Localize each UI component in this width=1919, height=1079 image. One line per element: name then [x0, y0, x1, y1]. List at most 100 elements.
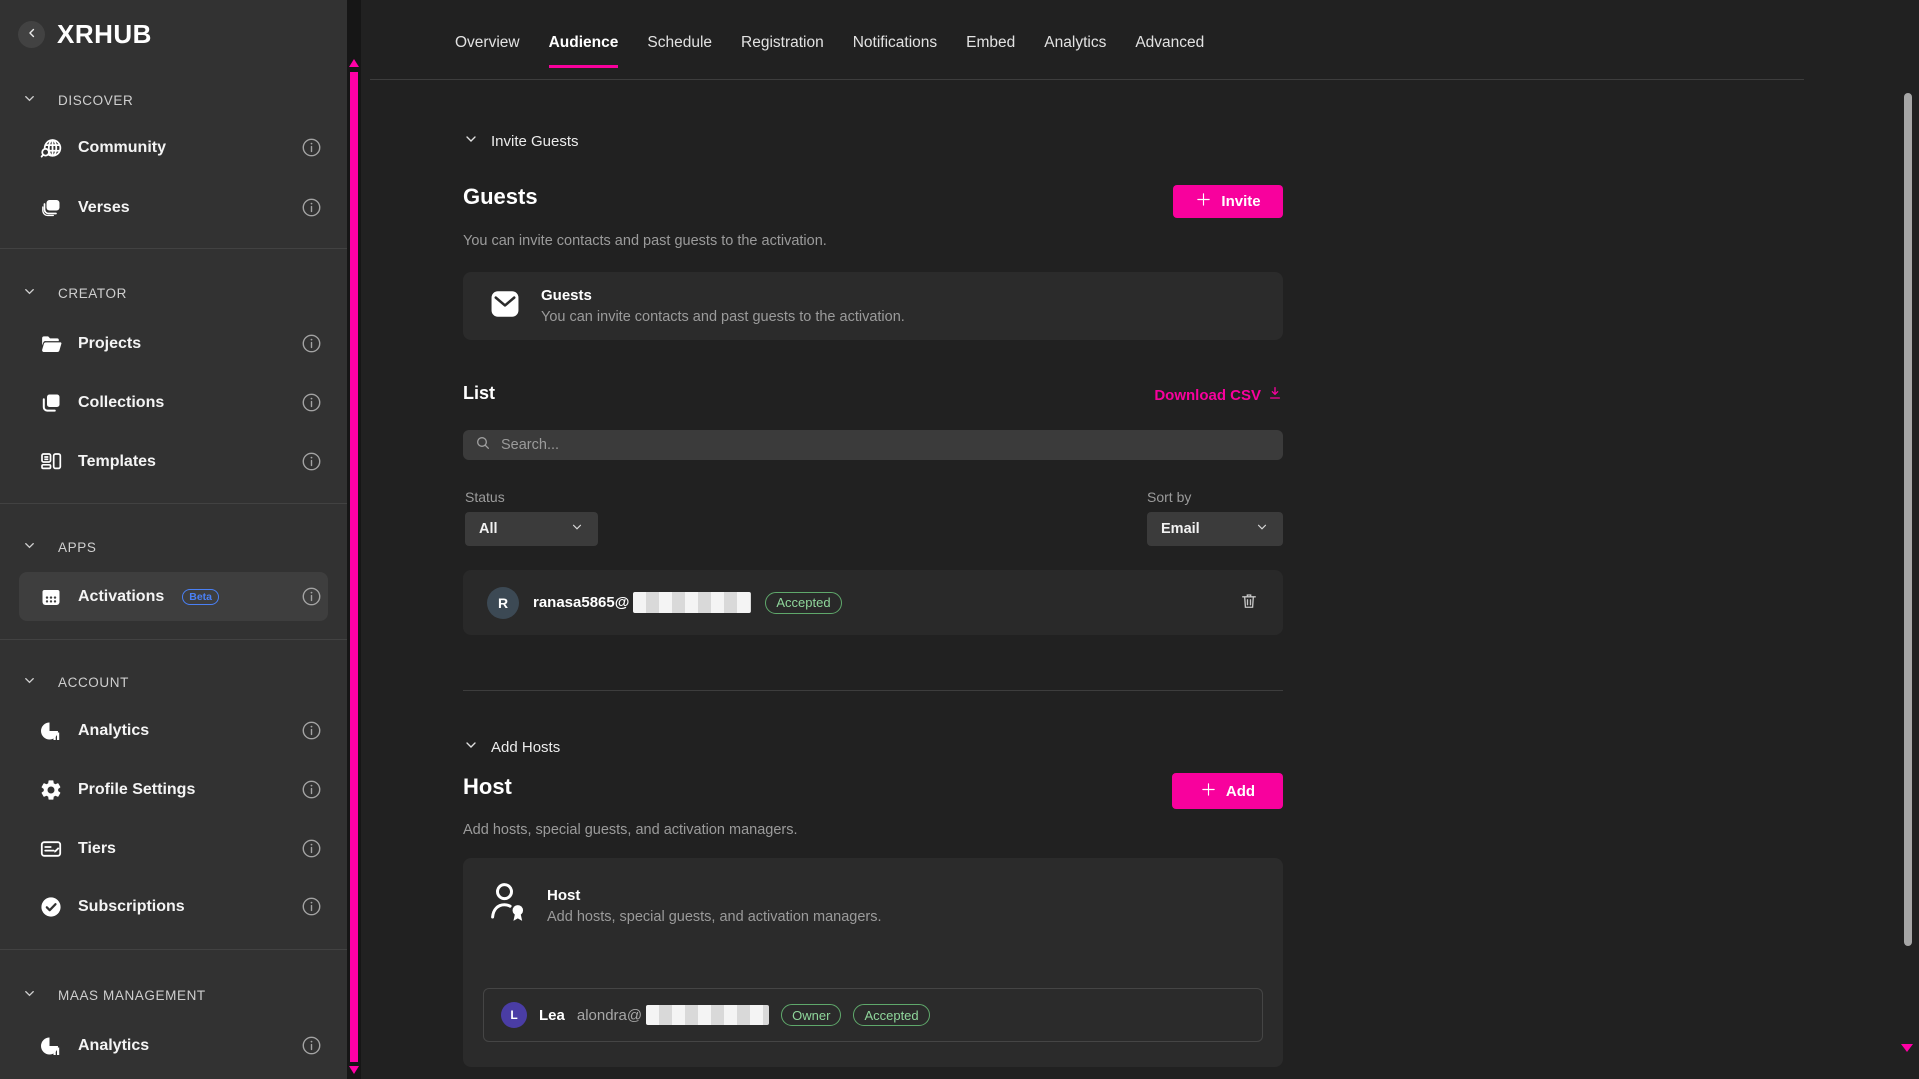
chevron-down-icon	[22, 284, 37, 302]
check-circle-icon	[38, 894, 64, 920]
sidebar-item-templates[interactable]: Templates	[38, 440, 156, 484]
host-card-title: Host	[547, 887, 882, 904]
pie-chart-icon	[38, 1033, 64, 1059]
info-icon[interactable]	[301, 838, 322, 859]
add-host-button[interactable]: Add	[1172, 773, 1283, 809]
calendar-icon	[38, 584, 64, 610]
tab-bar-divider	[370, 79, 1804, 80]
role-badge: Owner	[781, 1004, 841, 1026]
sidebar-item-collections[interactable]: Collections	[38, 381, 164, 425]
avatar: L	[501, 1002, 527, 1028]
sidebar-item-tiers[interactable]: Tiers	[38, 827, 116, 871]
gear-icon	[38, 777, 64, 803]
trash-icon	[1239, 591, 1259, 614]
sidebar-section-maas-management[interactable]: MAAS MANAGEMENT	[22, 983, 206, 1007]
page-scroll-down-arrow[interactable]	[1901, 1044, 1913, 1052]
host-description: Add hosts, special guests, and activatio…	[463, 822, 798, 838]
sidebar-item-analytics[interactable]: Analytics	[38, 709, 149, 753]
host-card-description: Add hosts, special guests, and activatio…	[547, 909, 882, 925]
back-button[interactable]	[18, 21, 45, 48]
download-csv-link[interactable]: Download CSV	[1154, 385, 1283, 405]
tab-notifications[interactable]: Notifications	[853, 34, 937, 68]
sidebar-item-community[interactable]: Community	[38, 126, 166, 170]
sidebar: XRHUB DISCOVER Community Verses CREATOR …	[0, 0, 347, 1079]
chevron-down-icon	[22, 986, 37, 1004]
page-scrollbar-thumb[interactable]	[1904, 93, 1912, 946]
plus-icon	[1195, 191, 1212, 212]
status-badge: Accepted	[853, 1004, 929, 1026]
chevron-down-icon	[22, 91, 37, 109]
layers-icon	[38, 195, 64, 221]
sidebar-item-activations[interactable]: Activations Beta	[38, 575, 219, 619]
chevron-down-icon	[463, 131, 479, 151]
envelope-icon	[487, 287, 523, 326]
chevron-down-icon	[463, 737, 479, 757]
search-input[interactable]	[501, 437, 1271, 453]
delete-guest-button[interactable]	[1239, 591, 1259, 614]
status-badge: Accepted	[765, 592, 841, 614]
invite-guests-collapse[interactable]: Invite Guests	[463, 131, 579, 151]
sidebar-item-analytics-maas[interactable]: Analytics	[38, 1024, 149, 1068]
sidebar-item-profile-settings[interactable]: Profile Settings	[38, 768, 195, 812]
info-icon[interactable]	[301, 451, 322, 472]
folder-icon	[38, 331, 64, 357]
tab-schedule[interactable]: Schedule	[647, 34, 712, 68]
add-hosts-collapse[interactable]: Add Hosts	[463, 737, 560, 757]
sidebar-item-projects[interactable]: Projects	[38, 322, 141, 366]
host-email: alondra@	[577, 1007, 642, 1024]
sidebar-section-apps[interactable]: APPS	[22, 535, 96, 559]
redacted-email	[633, 592, 751, 613]
tab-analytics[interactable]: Analytics	[1044, 34, 1106, 68]
info-icon[interactable]	[301, 197, 322, 218]
list-title: List	[463, 383, 495, 404]
sidebar-divider	[0, 949, 347, 950]
info-icon[interactable]	[301, 896, 322, 917]
search-icon	[475, 435, 491, 456]
guest-email: ranasa5865@	[533, 594, 629, 611]
main-area: Overview Audience Schedule Registration …	[361, 0, 1919, 1079]
info-icon[interactable]	[301, 1035, 322, 1056]
plus-icon	[1200, 781, 1217, 802]
guest-row: R ranasa5865@ Accepted	[463, 570, 1283, 635]
info-icon[interactable]	[301, 720, 322, 741]
tab-audience[interactable]: Audience	[549, 34, 619, 68]
sidebar-section-creator[interactable]: CREATOR	[22, 281, 127, 305]
info-icon[interactable]	[301, 392, 322, 413]
host-card: Host Add hosts, special guests, and acti…	[463, 858, 1283, 1067]
invite-button[interactable]: Invite	[1173, 185, 1283, 218]
info-icon[interactable]	[301, 586, 322, 607]
tab-registration[interactable]: Registration	[741, 34, 824, 68]
sidebar-section-discover[interactable]: DISCOVER	[22, 88, 133, 112]
sidebar-item-subscriptions[interactable]: Subscriptions	[38, 885, 185, 929]
globe-search-icon	[38, 135, 64, 161]
sidebar-divider	[0, 248, 347, 249]
section-divider	[463, 690, 1283, 691]
tab-bar: Overview Audience Schedule Registration …	[455, 34, 1204, 68]
scroll-up-arrow[interactable]	[349, 59, 359, 67]
guests-info-card: Guests You can invite contacts and past …	[463, 272, 1283, 340]
sort-by-dropdown[interactable]: Email	[1147, 512, 1283, 546]
tab-embed[interactable]: Embed	[966, 34, 1015, 68]
guests-title: Guests	[463, 184, 538, 210]
info-icon[interactable]	[301, 333, 322, 354]
info-icon[interactable]	[301, 779, 322, 800]
status-label: Status	[465, 489, 505, 505]
sidebar-scrollbar-track[interactable]	[347, 0, 361, 1079]
sidebar-divider	[0, 503, 347, 504]
sidebar-section-account[interactable]: ACCOUNT	[22, 670, 129, 694]
info-icon[interactable]	[301, 137, 322, 158]
scroll-down-arrow[interactable]	[349, 1066, 359, 1074]
sidebar-scrollbar-thumb[interactable]	[350, 72, 358, 1062]
tab-overview[interactable]: Overview	[455, 34, 520, 68]
tab-advanced[interactable]: Advanced	[1135, 34, 1204, 68]
status-dropdown[interactable]: All	[465, 512, 598, 546]
guests-card-description: You can invite contacts and past guests …	[541, 309, 905, 325]
chevron-down-icon	[1255, 520, 1269, 539]
chevron-down-icon	[22, 538, 37, 556]
collections-icon	[38, 390, 64, 416]
sidebar-item-verses[interactable]: Verses	[38, 186, 130, 230]
beta-badge: Beta	[182, 589, 219, 605]
templates-icon	[38, 449, 64, 475]
guests-card-title: Guests	[541, 287, 905, 304]
redacted-email	[646, 1005, 769, 1025]
